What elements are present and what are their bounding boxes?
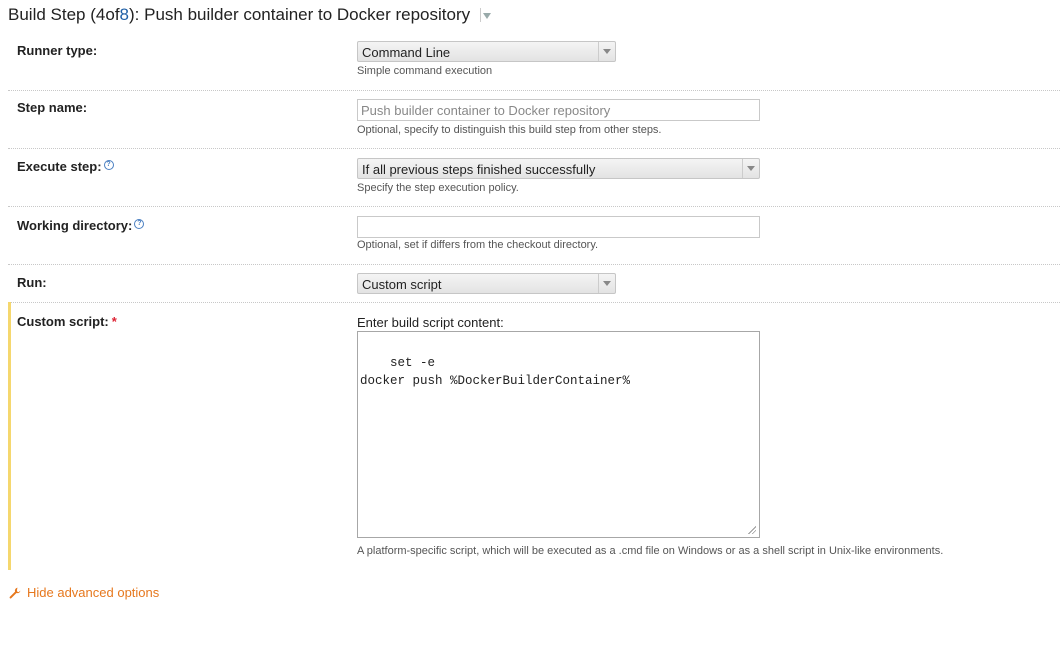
row-runner-type: Runner type: Command Line Simple command… [8,34,1060,91]
chevron-down-icon[interactable] [483,13,492,19]
working-directory-label: Working directory: [17,218,133,233]
custom-script-label: Custom script: [17,314,109,329]
page-title: Build Step ( 4 of 8 ): Push builder cont… [8,5,492,25]
hide-advanced-options-link[interactable]: Hide advanced options [9,585,159,600]
wrench-icon [9,587,21,598]
dropdown-button[interactable] [598,274,615,293]
resize-handle-icon[interactable] [748,526,756,534]
row-step-name: Step name: Optional, specify to distingu… [8,90,1060,149]
execute-step-hint: Specify the step execution policy. [357,182,519,194]
execute-step-label-wrap: Execute step:? [17,159,114,174]
script-content-label: Enter build script content: [357,315,504,330]
custom-script-label-wrap: Custom script: * [17,314,117,329]
title-suffix: ): Push builder container to Docker repo… [129,5,471,24]
runner-type-label: Runner type: [17,43,98,58]
row-run: Run: Custom script [8,264,1060,303]
custom-script-hint: A platform-specific script, which will b… [357,545,944,557]
execute-step-label: Execute step: [17,159,102,174]
step-name-label: Step name: [17,100,88,115]
chevron-down-icon [747,166,755,171]
custom-script-textarea[interactable]: set -e docker push %DockerBuilderContain… [357,331,760,538]
question-icon[interactable]: ? [134,218,145,229]
execute-step-value: If all previous steps finished successfu… [362,162,596,177]
row-custom-script: Custom script: * Enter build script conte… [8,302,1060,570]
row-working-directory: Working directory:? Optional, set if dif… [8,206,1060,265]
hide-advanced-options-label: Hide advanced options [27,585,160,600]
execute-step-select[interactable]: If all previous steps finished successfu… [357,158,760,179]
script-content: set -e docker push %DockerBuilderContain… [360,356,631,388]
title-prefix: Build Step ( [8,5,96,24]
step-total-link[interactable]: 8 [120,5,129,25]
required-mark: * [111,314,117,329]
chevron-down-icon [603,49,611,54]
step-name-input[interactable] [357,99,760,121]
working-directory-hint: Optional, set if differs from the checko… [357,239,599,251]
runner-type-select[interactable]: Command Line [357,41,616,62]
chevron-down-icon [603,281,611,286]
step-index: 4 [95,5,106,24]
question-icon[interactable]: ? [103,159,114,170]
runner-type-hint: Simple command execution [357,65,493,77]
runner-type-value: Command Line [362,45,451,60]
working-directory-label-wrap: Working directory:? [17,218,145,233]
dropdown-button[interactable] [598,42,615,61]
run-select[interactable]: Custom script [357,273,616,294]
working-directory-input[interactable] [357,216,760,238]
row-execute-step: Execute step:? If all previous steps fin… [8,148,1060,207]
step-name-hint: Optional, specify to distinguish this bu… [357,124,662,136]
run-value: Custom script [362,277,442,292]
dropdown-button[interactable] [742,159,759,178]
run-label: Run: [17,275,47,290]
title-separator [480,8,482,22]
title-of: of [105,5,120,24]
